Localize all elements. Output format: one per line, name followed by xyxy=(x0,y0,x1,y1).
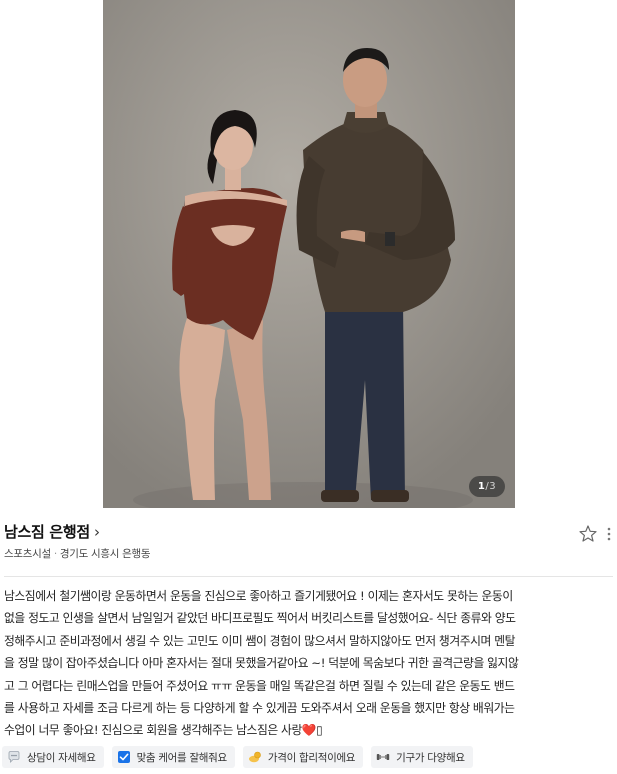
place-photo[interactable] xyxy=(103,0,515,508)
photo-page-indicator: 1/3 xyxy=(469,476,505,497)
photo-illustration xyxy=(103,0,515,508)
dumbbell-icon xyxy=(376,754,390,760)
review-line: 를 사용하고 자세를 조금 다르게 하는 등 다양하게 할 수 있게끔 도와주셔… xyxy=(4,701,515,716)
tag-custom-care[interactable]: 맞춤 케어를 잘해줘요 xyxy=(111,746,235,768)
review-line: 남스짐에서 철기쌤이랑 운동하면서 운동을 진심으로 좋아하고 즐기게됐어요 !… xyxy=(4,589,513,603)
review-line: 정해주시고 준비과정에서 생길 수 있는 고민도 이미 쌤이 경험이 많으셔서 … xyxy=(4,633,516,648)
tag-label: 기구가 다양해요 xyxy=(396,751,465,764)
chevron-right-icon: › xyxy=(93,523,100,541)
more-vertical-icon xyxy=(607,527,611,541)
place-meta: 스포츠시설 · 경기도 시흥시 은행동 xyxy=(4,546,150,561)
review-text[interactable]: 남스짐에서 철기쌤이랑 운동하면서 운동을 진심으로 좋아하고 즐기게됐어요 !… xyxy=(4,585,614,742)
place-header: 남스짐 은행점 › 스포츠시설 · 경기도 시흥시 은행동 xyxy=(4,521,612,563)
page-total: 3 xyxy=(489,481,497,492)
tag-label: 가격이 합리적이에요 xyxy=(267,751,356,764)
review-line: 을 정말 많이 잡아주셨습니다 아마 혼자서는 절대 못했을거같아요 ~! 덕분… xyxy=(4,656,519,671)
tag-label: 상담이 자세해요 xyxy=(27,751,96,764)
tag-reasonable-price[interactable]: 가격이 합리적이에요 xyxy=(242,746,364,768)
tag-label: 맞춤 케어를 잘해줘요 xyxy=(136,751,228,764)
review-line: 고 그 어렵다는 린매스업을 만들어 주셨어요 ㅠㅠ 운동을 매일 똑같은걸 하… xyxy=(4,678,515,693)
speech-bubble-icon xyxy=(8,751,20,763)
tag-various-equipment[interactable]: 기구가 다양해요 xyxy=(371,746,473,768)
star-icon xyxy=(579,525,597,542)
checkbox-icon xyxy=(117,751,130,763)
review-line: 없을 정도고 인생을 살면서 남일일거 같았던 바디프로필도 찍어서 버킷리스트… xyxy=(4,611,516,626)
section-divider xyxy=(4,576,613,577)
coin-hand-icon xyxy=(248,751,261,763)
place-address: 경기도 시흥시 은행동 xyxy=(59,548,151,560)
photo-section: 1/3 xyxy=(0,0,617,508)
meta-separator: · xyxy=(53,548,57,560)
place-name: 남스짐 은행점 xyxy=(4,523,90,541)
more-options-button[interactable] xyxy=(605,524,613,544)
review-line: 수업이 너무 좋아요! 진심으로 회원을 생각해주는 남스짐은 사랑❤️▯ xyxy=(4,723,323,738)
bookmark-star-button[interactable] xyxy=(578,524,598,544)
keyword-tags: 상담이 자세해요 맞춤 케어를 잘해줘요 가격이 합리적이에요 기구가 다양해요 xyxy=(2,746,615,768)
tag-consultation[interactable]: 상담이 자세해요 xyxy=(2,746,104,768)
place-title-link[interactable]: 남스짐 은행점 › xyxy=(4,521,100,542)
place-category: 스포츠시설 xyxy=(4,548,51,560)
